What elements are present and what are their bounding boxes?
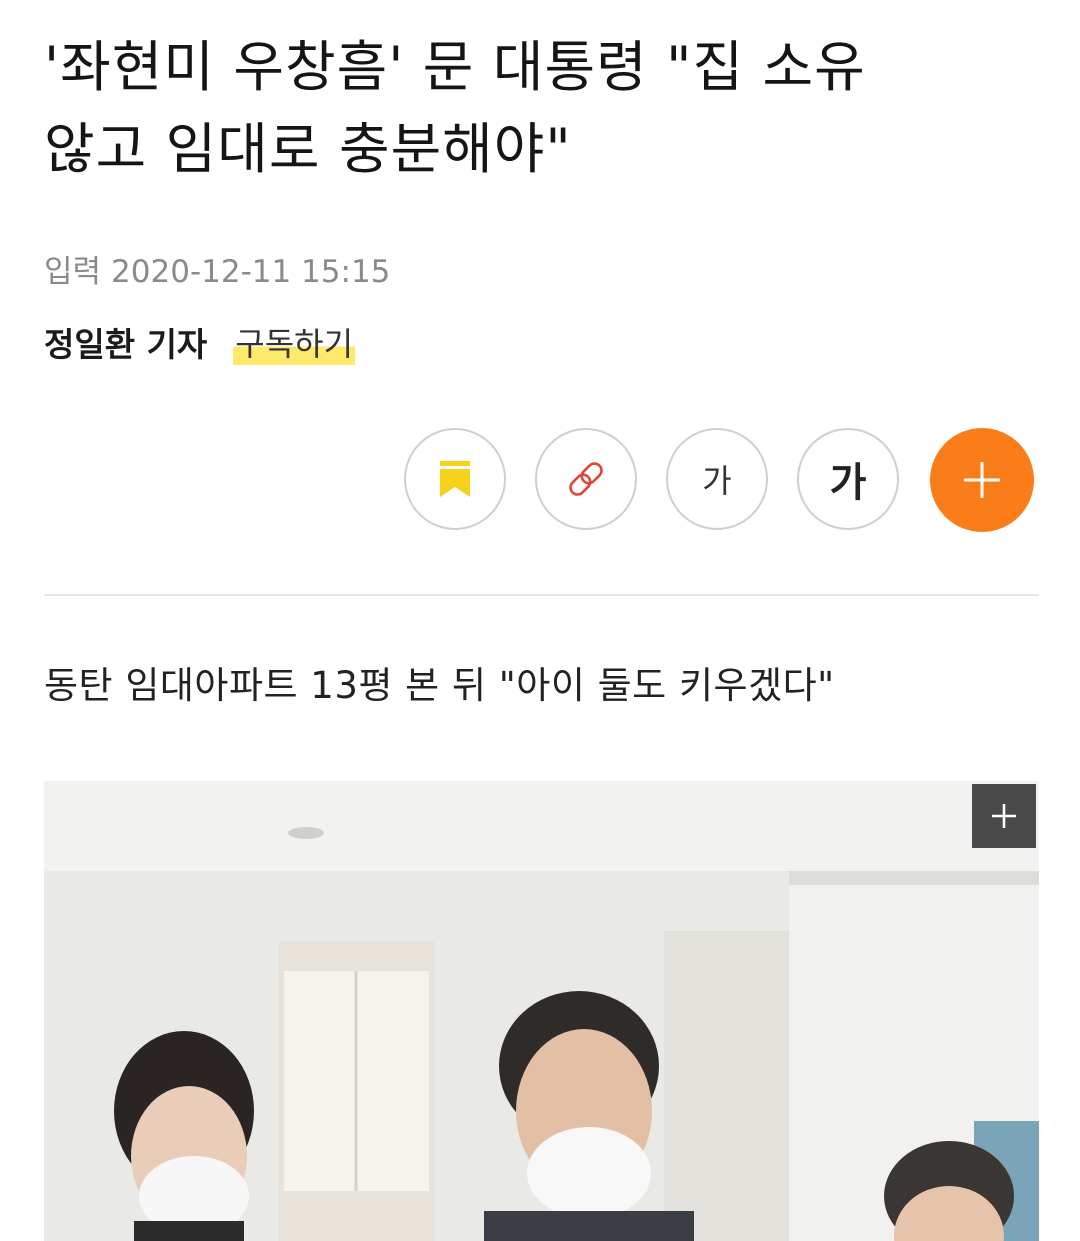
subscribe-button[interactable]: 구독하기 [233,319,356,365]
headline-line-2: 않고 임대로 충분해야" [44,117,572,181]
headline-line-1: '좌현미 우창흠' 문 대통령 "집 소유 [44,35,866,99]
input-label: 입력 [44,254,102,290]
font-large-label: 가 [829,460,867,506]
plus-icon [964,462,1000,498]
copy-link-button[interactable] [535,428,637,530]
reporter-name[interactable]: 정일환 기자 [44,318,207,366]
plus-icon [992,804,1016,828]
section-divider [44,594,1039,596]
font-increase-button[interactable]: 가 [797,428,899,530]
article-subheadline: 동탄 임대아파트 13평 본 뒤 "아이 둘도 키우겠다" [44,664,835,707]
publish-info: 입력 2020-12-11 15:15 [44,246,390,291]
photo-illustration [44,781,1039,1241]
bookmark-icon [440,461,470,497]
font-small-label: 가 [702,462,732,500]
publish-date: 2020-12-11 15:15 [111,254,391,290]
link-icon [569,462,603,496]
more-options-button[interactable] [930,428,1034,532]
byline: 정일환 기자 구독하기 [44,318,356,366]
photo-expand-button[interactable] [972,784,1036,848]
font-decrease-button[interactable]: 가 [666,428,768,530]
article-toolbar: 가 가 [0,428,1080,536]
article-photo[interactable] [44,781,1039,1241]
bookmark-button[interactable] [404,428,506,530]
article-headline: '좌현미 우창흠' 문 대통령 "집 소유 않고 임대로 충분해야" [44,26,1044,190]
